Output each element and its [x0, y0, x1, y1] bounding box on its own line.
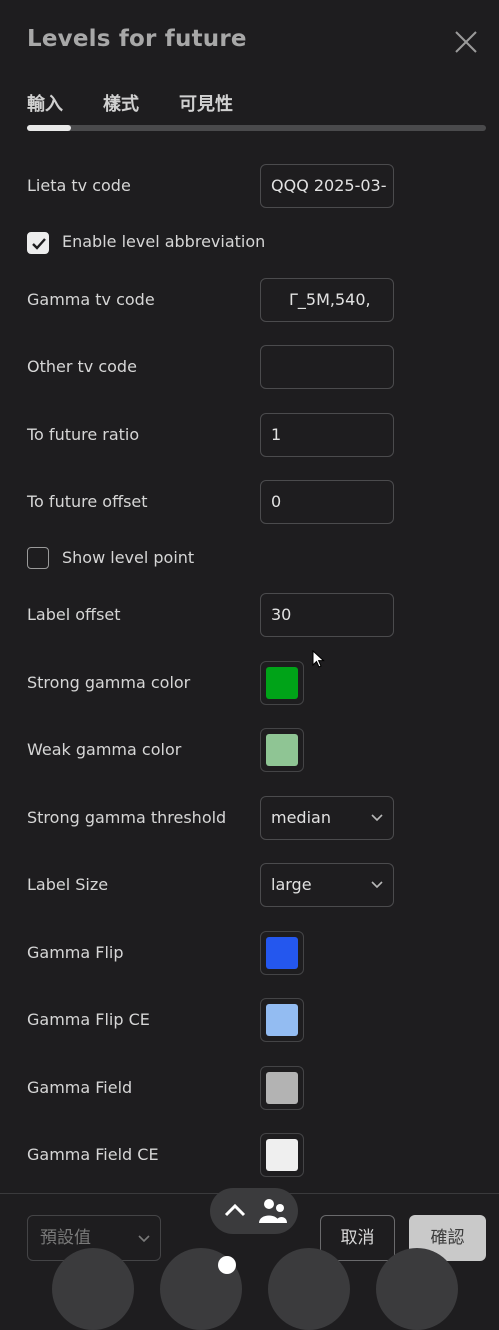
- mouse-cursor-icon: [312, 650, 325, 668]
- label-size-select[interactable]: large: [260, 863, 394, 907]
- levels-settings-dialog: Levels for future 輸入 樣式 可見性 Lieta tv cod…: [0, 0, 499, 1330]
- gamma-field-color-picker[interactable]: [260, 1066, 304, 1110]
- weak-gamma-color-label: Weak gamma color: [27, 740, 182, 759]
- chevron-down-icon: [371, 881, 383, 889]
- gamma-field-ce-color-picker[interactable]: [260, 1133, 304, 1177]
- tab-inputs[interactable]: 輸入: [27, 90, 63, 116]
- dock-button[interactable]: [52, 1248, 134, 1330]
- dock-indicator-dot: [218, 1256, 236, 1274]
- show-level-point-checkbox[interactable]: [27, 547, 49, 569]
- label-offset-label: Label offset: [27, 605, 121, 624]
- active-tab-indicator: [27, 125, 71, 131]
- dialog-title: Levels for future: [27, 26, 247, 52]
- gamma-field-label: Gamma Field: [27, 1078, 133, 1097]
- to-future-offset-label: To future offset: [27, 492, 148, 511]
- chevron-down-icon: [371, 814, 383, 822]
- gamma-flip-ce-label: Gamma Flip CE: [27, 1010, 150, 1029]
- label-size-label: Label Size: [27, 875, 109, 894]
- other-tv-code-input[interactable]: [260, 345, 394, 389]
- preset-label: 預設值: [40, 1228, 91, 1248]
- gamma-flip-label: Gamma Flip: [27, 943, 124, 962]
- other-tv-code-label: Other tv code: [27, 357, 137, 376]
- to-future-ratio-input[interactable]: 1: [260, 413, 394, 457]
- tab-style[interactable]: 樣式: [103, 90, 139, 116]
- enable-abbreviation-label[interactable]: Enable level abbreviation: [62, 232, 265, 251]
- gamma-tv-code-label: Gamma tv code: [27, 290, 155, 309]
- color-swatch: [266, 1004, 298, 1036]
- color-swatch: [266, 667, 298, 699]
- strong-gamma-threshold-select[interactable]: median: [260, 796, 394, 840]
- close-icon[interactable]: [452, 28, 480, 56]
- color-swatch: [266, 1139, 298, 1171]
- chevron-up-icon[interactable]: [224, 1202, 246, 1218]
- lieta-tv-code-input[interactable]: QQQ 2025-03-: [260, 164, 394, 208]
- show-level-point-label[interactable]: Show level point: [62, 548, 194, 567]
- tab-visibility[interactable]: 可見性: [179, 90, 233, 116]
- lieta-tv-code-label: Lieta tv code: [27, 176, 131, 195]
- check-icon: [32, 238, 46, 250]
- color-swatch: [266, 937, 298, 969]
- dock-button[interactable]: [376, 1248, 458, 1330]
- strong-gamma-color-label: Strong gamma color: [27, 673, 191, 692]
- enable-abbreviation-checkbox[interactable]: [27, 232, 49, 254]
- gamma-flip-ce-color-picker[interactable]: [260, 998, 304, 1042]
- to-future-offset-input[interactable]: 0: [260, 480, 394, 524]
- people-icon[interactable]: [256, 1198, 288, 1224]
- select-value: large: [271, 875, 312, 894]
- dock-button[interactable]: [268, 1248, 350, 1330]
- strong-gamma-threshold-label: Strong gamma threshold: [27, 808, 227, 827]
- chevron-down-icon: [138, 1235, 150, 1243]
- gamma-flip-color-picker[interactable]: [260, 931, 304, 975]
- color-swatch: [266, 734, 298, 766]
- to-future-ratio-label: To future ratio: [27, 425, 140, 444]
- tab-underline: [27, 125, 486, 131]
- strong-gamma-color-picker[interactable]: [260, 661, 304, 705]
- weak-gamma-color-picker[interactable]: [260, 728, 304, 772]
- gamma-field-ce-label: Gamma Field CE: [27, 1145, 159, 1164]
- gamma-tv-code-input[interactable]: Γ_5M,540,: [260, 278, 394, 322]
- label-offset-input[interactable]: 30: [260, 593, 394, 637]
- color-swatch: [266, 1072, 298, 1104]
- floating-toolbar[interactable]: [210, 1188, 298, 1234]
- select-value: median: [271, 808, 331, 827]
